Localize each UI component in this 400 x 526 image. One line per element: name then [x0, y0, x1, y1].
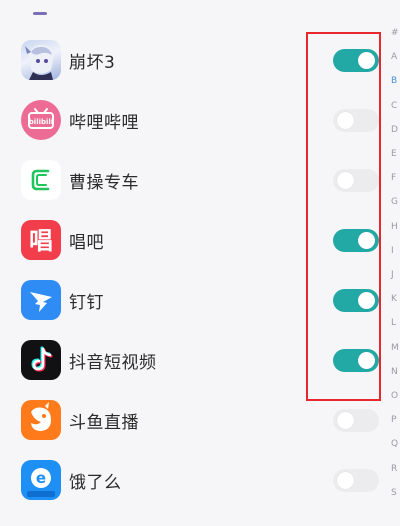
toggle-douyin[interactable] [333, 349, 379, 372]
list-item-changba: 唱 唱吧 [0, 210, 390, 270]
toggle-knob [358, 292, 375, 309]
toggle-douyu[interactable] [333, 409, 379, 432]
index-letter-m[interactable]: M [391, 343, 399, 353]
toggle-knob [358, 52, 375, 69]
index-letter-j[interactable]: J [391, 270, 394, 280]
toggle-caocao[interactable] [333, 169, 379, 192]
index-letter-b[interactable]: B [391, 76, 397, 86]
app-name: 崩坏3 [69, 53, 116, 73]
index-letter-d[interactable]: D [391, 125, 398, 135]
top-indicator [33, 12, 47, 15]
douyu-icon [21, 400, 61, 440]
douyin-icon [21, 340, 61, 380]
index-letter-f[interactable]: F [391, 173, 396, 183]
toggle-knob [358, 352, 375, 369]
index-letter-e[interactable]: E [391, 149, 397, 159]
toggle-bilibili[interactable] [333, 109, 379, 132]
index-letter-l[interactable]: L [391, 318, 396, 328]
index-letter-o[interactable]: O [391, 391, 398, 401]
toggle-knob [358, 232, 375, 249]
index-letter-hash[interactable]: # [391, 28, 399, 38]
list-item-eleme: e 饿了么 [0, 450, 390, 510]
toggle-knob [337, 472, 354, 489]
list-item-douyu: 斗鱼直播 [0, 390, 390, 450]
toggle-knob [337, 172, 354, 189]
list-item-dingtalk: 钉钉 [0, 270, 390, 330]
index-letter-g[interactable]: G [391, 197, 398, 207]
toggle-eleme[interactable] [333, 469, 379, 492]
caocao-chuxing-icon [21, 160, 61, 200]
eleme-icon-text: e [36, 469, 46, 487]
app-name: 钉钉 [69, 293, 104, 313]
toggle-honkai[interactable] [333, 49, 379, 72]
app-name: 饿了么 [69, 473, 122, 493]
toggle-changba[interactable] [333, 229, 379, 252]
alphabet-index-bar[interactable]: # A B C D E F G H I J K L M N O P Q R S [390, 28, 400, 526]
index-letter-a[interactable]: A [391, 52, 397, 62]
app-name: 哔哩哔哩 [69, 113, 139, 133]
toggle-knob [337, 412, 354, 429]
app-name: 斗鱼直播 [69, 413, 139, 433]
app-name: 唱吧 [69, 233, 104, 253]
changba-icon-text: 唱 [29, 227, 53, 255]
changba-icon: 唱 [21, 220, 61, 260]
honkai-impact-3-icon [21, 40, 61, 80]
list-item-caocao: 曹操专车 [0, 150, 390, 210]
index-letter-s[interactable]: S [391, 488, 397, 498]
app-list: 崩坏3 bilibili 哔哩哔哩 曹操专车 唱 唱吧 钉钉 抖音短视频 斗鱼直… [0, 30, 390, 510]
index-letter-c[interactable]: C [391, 101, 397, 111]
bilibili-icon-text: bilibili [29, 118, 53, 126]
index-letter-n[interactable]: N [391, 367, 398, 377]
dingtalk-icon [21, 280, 61, 320]
index-letter-q[interactable]: Q [391, 439, 398, 449]
app-permission-screen: 崩坏3 bilibili 哔哩哔哩 曹操专车 唱 唱吧 钉钉 抖音短视频 斗鱼直… [0, 0, 400, 526]
list-item-douyin: 抖音短视频 [0, 330, 390, 390]
eleme-icon: e [21, 460, 61, 500]
list-item-bilibili: bilibili 哔哩哔哩 [0, 90, 390, 150]
index-letter-k[interactable]: K [391, 294, 397, 304]
app-name: 曹操专车 [69, 173, 139, 193]
index-letter-h[interactable]: H [391, 222, 398, 232]
index-letter-p[interactable]: P [391, 415, 396, 425]
bilibili-icon: bilibili [21, 100, 61, 140]
list-item-honkai: 崩坏3 [0, 30, 390, 90]
toggle-knob [337, 112, 354, 129]
toggle-dingtalk[interactable] [333, 289, 379, 312]
index-letter-i[interactable]: I [391, 246, 394, 256]
index-letter-r[interactable]: R [391, 464, 397, 474]
app-name: 抖音短视频 [69, 353, 157, 373]
